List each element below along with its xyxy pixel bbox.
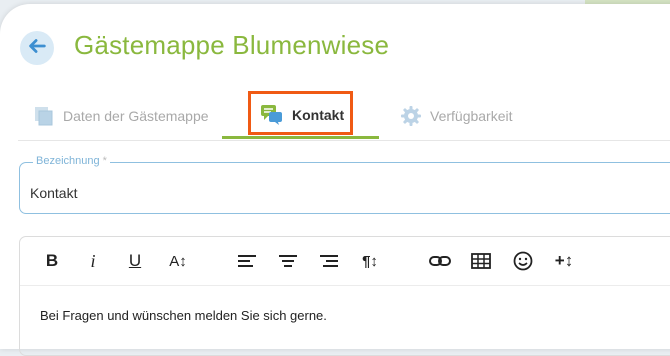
editor-toolbar: B i U A↕ ¶↕ +↕: [20, 237, 670, 286]
rich-text-editor[interactable]: B i U A↕ ¶↕ +↕ Bei Fragen und wünschen m…: [19, 236, 670, 356]
link-icon: [429, 256, 451, 266]
tab-guestbook-data[interactable]: Daten der Gästemappe: [33, 94, 209, 138]
tab-label: Verfügbarkeit: [430, 108, 513, 124]
emoji-icon: [513, 251, 533, 271]
active-tab-indicator: [222, 136, 379, 139]
arrow-left-icon: [26, 35, 48, 62]
insert-table-button[interactable]: [469, 249, 493, 273]
table-icon: [471, 253, 491, 269]
align-right-icon: [320, 255, 338, 267]
gear-icon: [400, 105, 422, 127]
italic-button[interactable]: i: [83, 249, 103, 273]
align-left-button[interactable]: [235, 249, 259, 273]
bold-button[interactable]: B: [42, 249, 62, 273]
tab-label: Daten der Gästemappe: [63, 108, 209, 124]
editor-content[interactable]: Bei Fragen und wünschen melden Sie sich …: [40, 308, 327, 323]
designation-value: Kontakt: [30, 185, 78, 201]
back-button[interactable]: [20, 31, 54, 65]
designation-field[interactable]: Bezeichnung * Kontakt: [19, 155, 670, 214]
paragraph-button[interactable]: ¶↕: [358, 249, 382, 273]
insert-emoji-button[interactable]: [511, 249, 535, 273]
align-center-button[interactable]: [276, 249, 300, 273]
align-left-icon: [238, 255, 256, 267]
align-right-button[interactable]: [317, 249, 341, 273]
underline-button[interactable]: U: [124, 249, 146, 273]
designation-label: Bezeichnung *: [33, 155, 110, 167]
insert-link-button[interactable]: [428, 249, 452, 273]
tab-availability[interactable]: Verfügbarkeit: [400, 94, 513, 138]
page-title: Gästemappe Blumenwiese: [74, 30, 390, 60]
align-center-icon: [279, 255, 297, 267]
font-size-button[interactable]: A↕: [166, 249, 190, 273]
insert-more-button[interactable]: +↕: [552, 249, 576, 273]
pages-icon: [33, 105, 55, 127]
tab-contact-highlight: [248, 91, 353, 135]
